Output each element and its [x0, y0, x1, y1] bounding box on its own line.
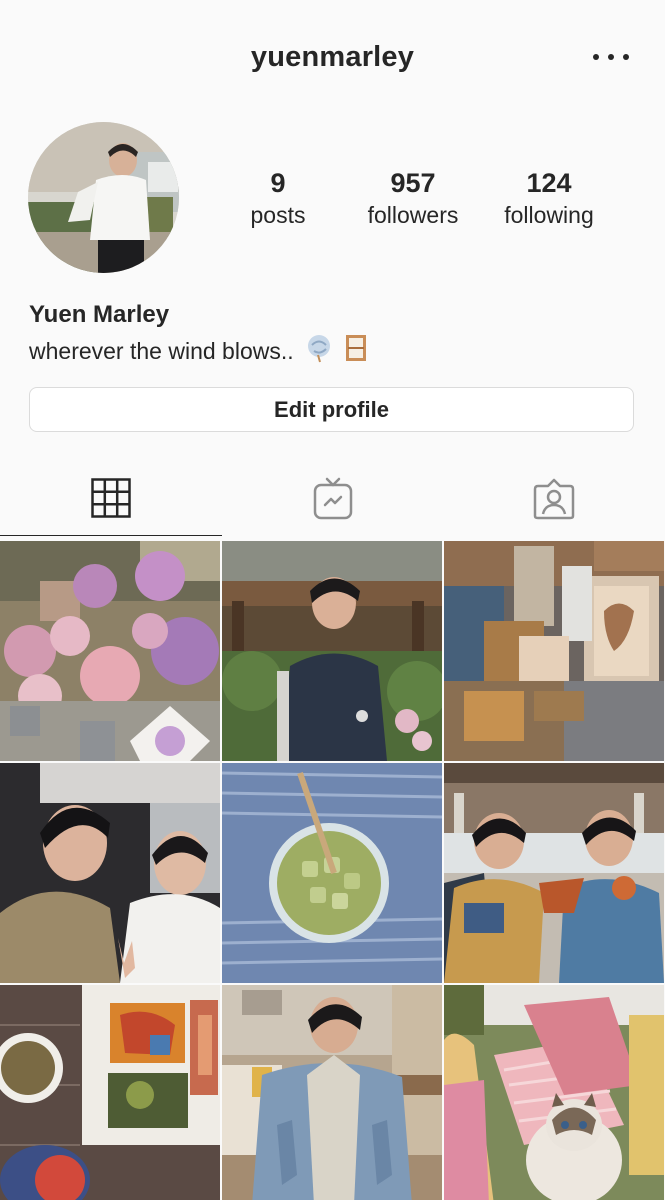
post-thumbnail[interactable]: [0, 541, 220, 761]
post-thumbnail[interactable]: [222, 763, 442, 983]
following-count: 124: [526, 168, 572, 198]
tab-igtv[interactable]: [222, 466, 444, 536]
stat-followers[interactable]: 957 followers: [338, 166, 488, 230]
profile-name: Yuen Marley: [29, 301, 170, 328]
stat-posts[interactable]: 9 posts: [203, 166, 353, 230]
posts-label: posts: [250, 202, 306, 228]
followers-label: followers: [367, 202, 459, 228]
followers-count: 957: [390, 168, 436, 198]
profile-tabs: [0, 466, 665, 536]
posts-grid: [0, 541, 665, 1200]
post-thumbnail[interactable]: [0, 763, 220, 983]
tab-posts-grid[interactable]: [0, 466, 222, 536]
window-emoji-icon: [344, 333, 368, 369]
more-options-icon[interactable]: [593, 42, 629, 72]
stat-following[interactable]: 124 following: [474, 166, 624, 230]
grid-icon: [91, 478, 131, 523]
tab-tagged[interactable]: [443, 466, 665, 536]
following-label: following: [504, 202, 594, 228]
bio-text: wherever the wind blows..: [29, 337, 294, 364]
post-thumbnail[interactable]: [444, 541, 664, 761]
username-title: yuenmarley: [250, 41, 415, 73]
post-thumbnail[interactable]: [444, 763, 664, 983]
wind-face-emoji-icon: [306, 333, 332, 369]
tagged-person-icon: [533, 478, 575, 525]
avatar[interactable]: [28, 122, 179, 273]
posts-count: 9: [270, 168, 286, 198]
post-thumbnail[interactable]: [0, 985, 220, 1200]
tv-icon: [313, 477, 353, 526]
edit-profile-button[interactable]: Edit profile: [29, 387, 634, 432]
bio-line: wherever the wind blows..: [29, 333, 368, 369]
post-thumbnail[interactable]: [444, 985, 664, 1200]
post-thumbnail[interactable]: [222, 541, 442, 761]
profile-header: yuenmarley: [0, 0, 665, 118]
post-thumbnail[interactable]: [222, 985, 442, 1200]
